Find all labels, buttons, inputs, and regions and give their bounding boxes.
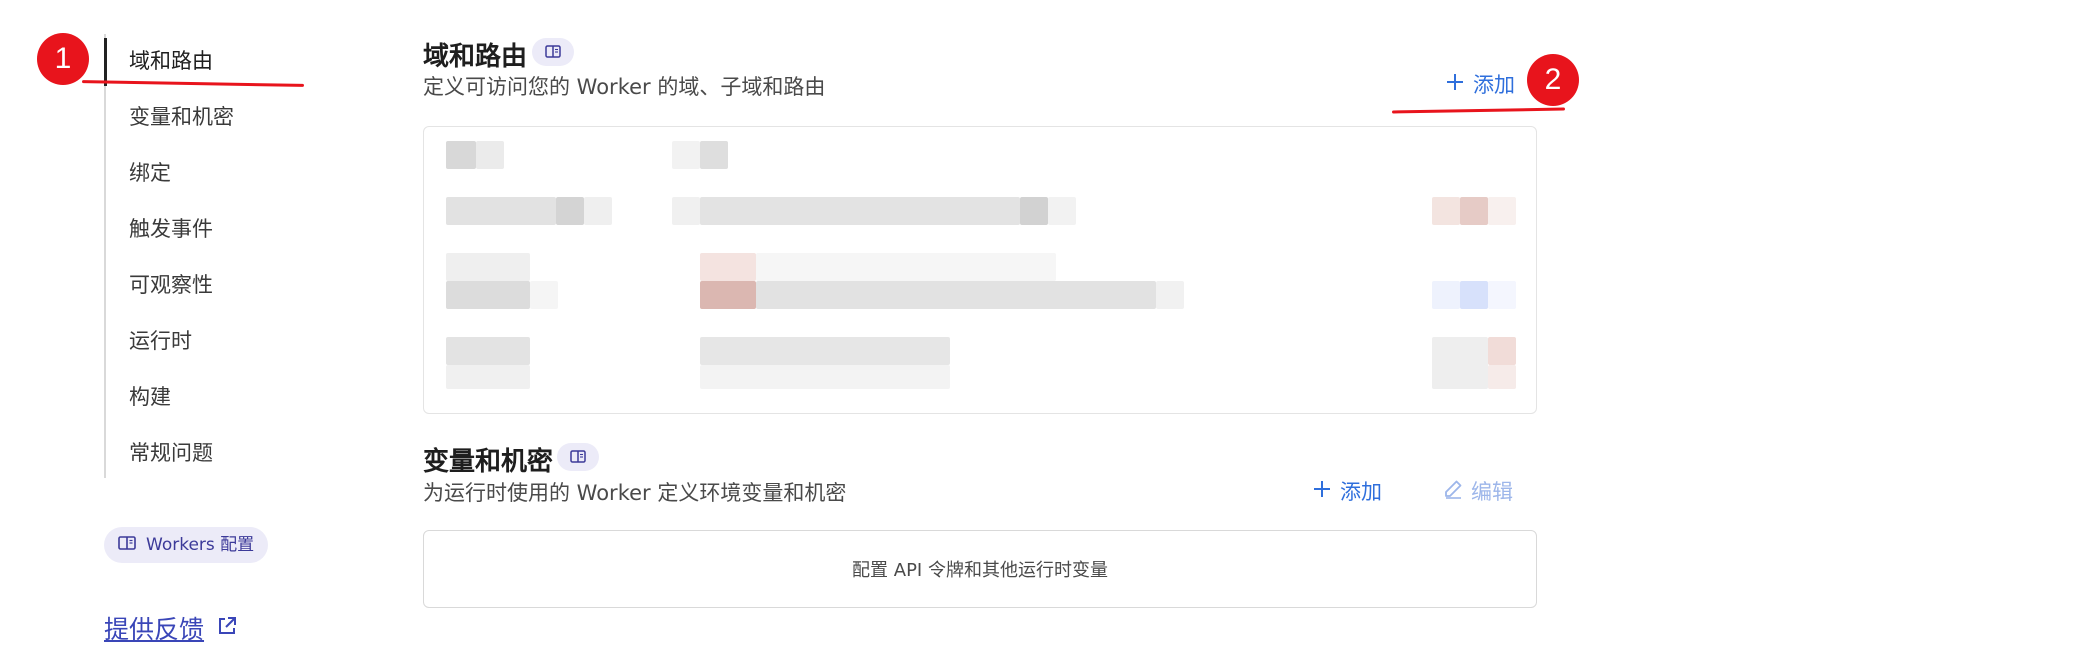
sidebar-item-observability[interactable]: 可观察性 [129,265,213,305]
feedback-link[interactable]: 提供反馈 [104,610,238,646]
annotation-badge-2: 2 [1527,54,1579,106]
plus-icon [1312,479,1332,504]
book-icon [570,448,586,467]
feedback-label: 提供反馈 [104,615,205,644]
sidebar-divider [104,34,106,478]
sidebar-item-general[interactable]: 常规问题 [129,433,213,473]
annotation-underline-2 [1391,107,1566,114]
variables-docs-button[interactable] [557,443,599,471]
external-link-icon [216,614,238,643]
sidebar-item-build[interactable]: 构建 [129,377,171,417]
sidebar-item-bindings[interactable]: 绑定 [129,153,171,193]
sidebar-item-variables-secrets[interactable]: 变量和机密 [129,97,234,137]
docs-pill-label: Workers 配置 [146,535,255,555]
sidebar-item-triggers[interactable]: 触发事件 [129,209,213,249]
annotation-badge-1: 1 [37,33,89,85]
sidebar-item-domains-routes[interactable]: 域和路由 [129,41,213,81]
plus-icon [1445,72,1465,97]
sidebar-active-indicator [104,38,107,86]
variables-section-subtitle: 为运行时使用的 Worker 定义环境变量和机密 [423,481,847,505]
annotation-underline-1 [81,80,305,87]
book-icon [545,43,561,62]
variables-section-title: 变量和机密 [423,447,554,477]
sidebar-item-runtime[interactable]: 运行时 [129,321,192,361]
variables-add-button[interactable]: 添加 [1312,476,1382,506]
variables-edit-button[interactable]: 编辑 [1443,476,1513,506]
routes-add-label: 添加 [1473,73,1515,97]
routes-add-button[interactable]: 添加 [1445,69,1515,99]
variables-empty-state: 配置 API 令牌和其他运行时变量 [423,530,1537,608]
variables-edit-label: 编辑 [1471,480,1513,504]
book-icon [118,527,136,563]
docs-pill-link[interactable]: Workers 配置 [104,527,269,563]
routes-section-subtitle: 定义可访问您的 Worker 的域、子域和路由 [423,75,826,99]
routes-table-redacted [423,126,1537,414]
pencil-icon [1443,479,1463,504]
routes-docs-button[interactable] [532,38,574,66]
variables-empty-text: 配置 API 令牌和其他运行时变量 [852,560,1108,581]
variables-add-label: 添加 [1340,480,1382,504]
routes-section-title: 域和路由 [423,42,528,72]
